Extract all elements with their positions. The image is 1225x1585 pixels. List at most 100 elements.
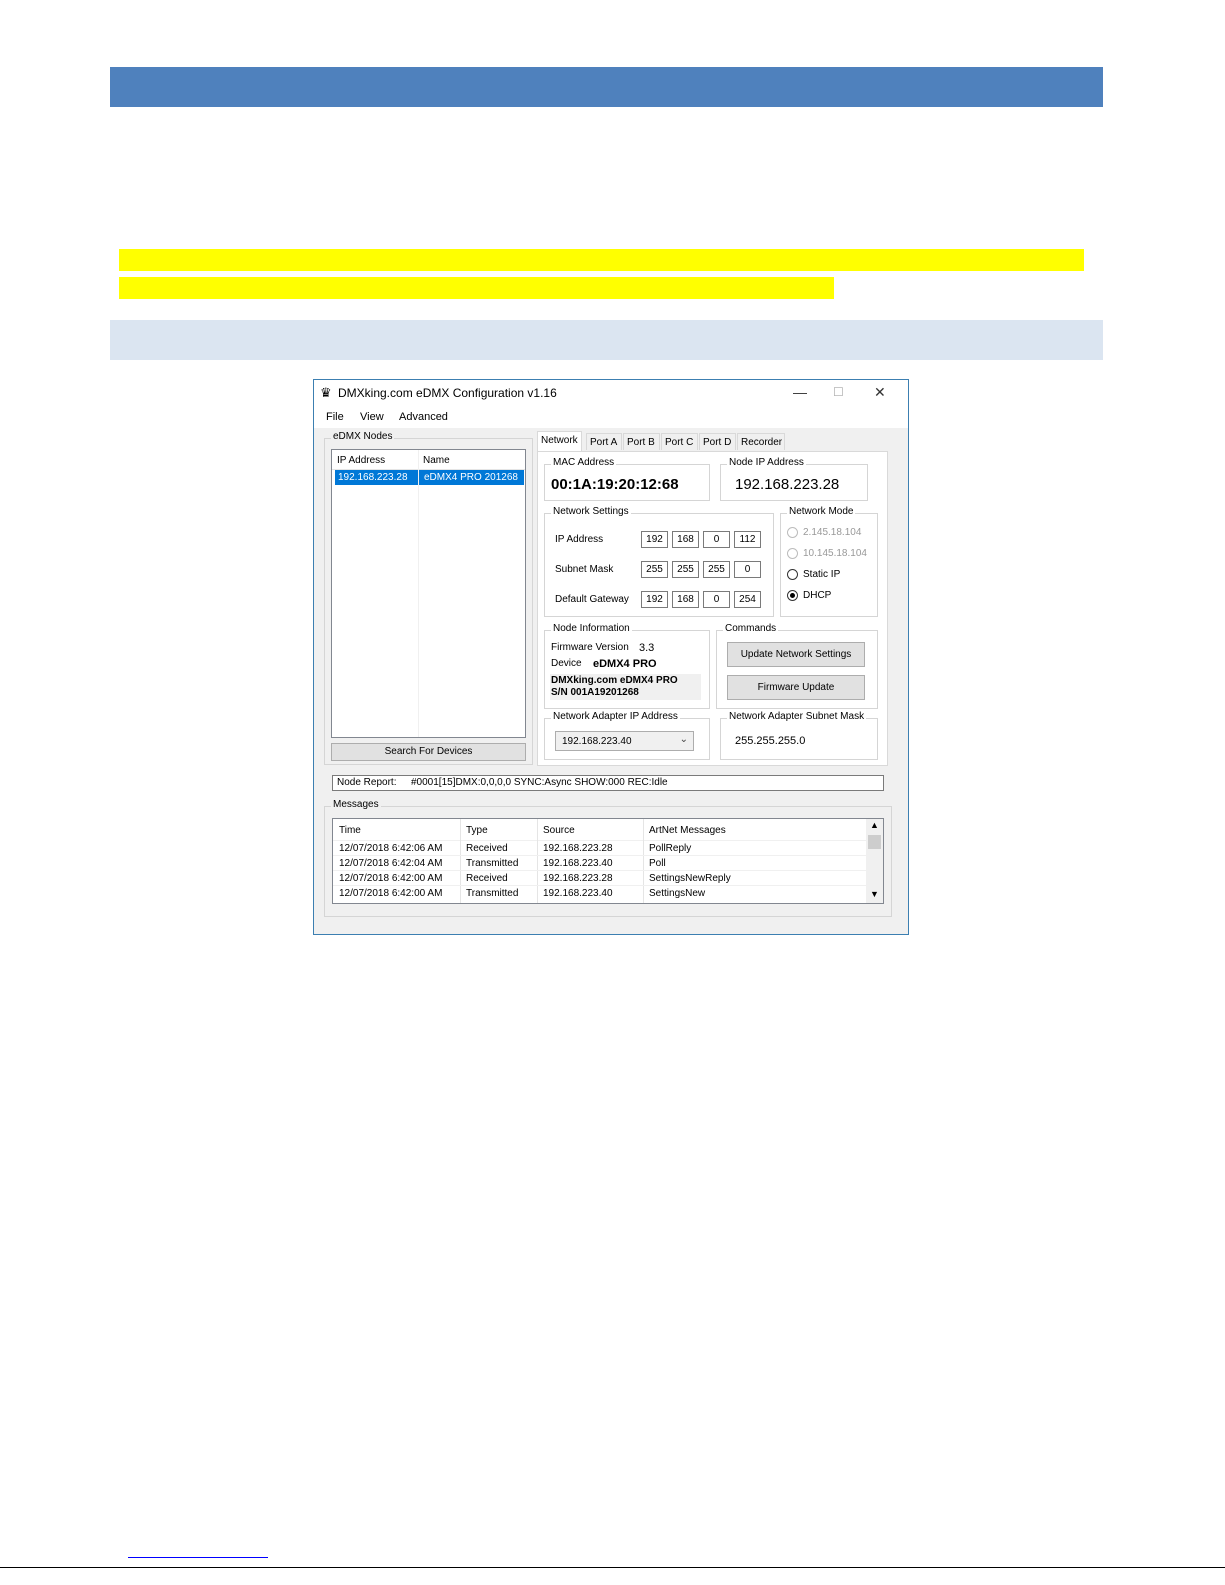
message-time: 12/07/2018 6:42:00 AM [339, 888, 443, 899]
message-row[interactable]: 12/07/2018 6:42:00 AM Received 192.168.2… [333, 871, 866, 886]
node-ip-value: 192.168.223.28 [735, 476, 840, 493]
network-settings-label: Network Settings [551, 506, 631, 517]
network-tab-panel: MAC Address 00:1A:19:20:12:68 Node IP Ad… [537, 451, 888, 766]
message-row[interactable]: 12/07/2018 6:42:06 AM Received 192.168.2… [333, 841, 866, 856]
col-type[interactable]: Type [466, 825, 488, 836]
static-ip-radio[interactable] [787, 569, 798, 580]
update-network-settings-button[interactable]: Update Network Settings [727, 642, 865, 667]
message-type: Received [466, 843, 508, 854]
subnet-octet-4[interactable]: 0 [734, 561, 761, 578]
message-time: 12/07/2018 6:42:04 AM [339, 858, 443, 869]
tab-port-a[interactable]: Port A [586, 433, 622, 450]
col-time[interactable]: Time [339, 825, 361, 836]
col-name[interactable]: Name [423, 455, 450, 466]
highlight-line-1 [119, 249, 1084, 271]
nodes-column-divider [418, 450, 419, 737]
tab-network[interactable]: Network [537, 431, 582, 452]
highlight-line-2 [119, 277, 834, 299]
message-row[interactable]: 12/07/2018 6:42:00 AM Transmitted 192.16… [333, 886, 866, 901]
adapter-ip-value: 192.168.223.40 [562, 736, 632, 747]
node-ip-label: Node IP Address [727, 457, 806, 468]
nodes-header: IP Address Name [332, 450, 525, 470]
message-time: 12/07/2018 6:42:00 AM [339, 873, 443, 884]
node-info-line-1: DMXking.com eDMX4 PRO [551, 675, 678, 686]
subnet-octet-3[interactable]: 255 [703, 561, 730, 578]
gateway-octet-1[interactable]: 192 [641, 591, 668, 608]
message-type: Transmitted [466, 888, 519, 899]
node-ip-group: Node IP Address 192.168.223.28 [720, 457, 868, 501]
subnet-octet-2[interactable]: 255 [672, 561, 699, 578]
node-info-line-2: S/N 001A19201268 [551, 687, 639, 698]
gateway-octet-2[interactable]: 168 [672, 591, 699, 608]
commands-group: Commands Update Network Settings Firmwar… [716, 623, 878, 709]
close-button[interactable]: ✕ [874, 384, 886, 401]
mac-group: MAC Address 00:1A:19:20:12:68 [544, 457, 710, 501]
message-text: SettingsNewReply [649, 873, 731, 884]
message-source: 192.168.223.28 [543, 843, 613, 854]
app-crown-icon: ♛ [320, 385, 332, 400]
search-devices-button[interactable]: Search For Devices [331, 743, 526, 761]
menu-bar: File View Advanced [314, 407, 908, 428]
message-text: Poll [649, 858, 666, 869]
minimize-button[interactable]: — [793, 384, 807, 400]
message-text: SettingsNew [649, 888, 706, 899]
subheading-bar [110, 320, 1103, 360]
mode-10-radio[interactable] [787, 548, 798, 559]
chevron-down-icon: ⌄ [679, 734, 688, 745]
tab-recorder[interactable]: Recorder [737, 433, 785, 450]
adapter-mask-value: 255.255.255.0 [735, 735, 806, 747]
ip-octet-2[interactable]: 168 [672, 531, 699, 548]
device-label: Device [551, 658, 582, 669]
col-source[interactable]: Source [543, 825, 575, 836]
tab-port-b[interactable]: Port B [623, 433, 660, 450]
node-report-label: Node Report: [337, 777, 397, 788]
menu-advanced[interactable]: Advanced [399, 411, 448, 423]
ip-address-label: IP Address [555, 534, 604, 545]
ip-octet-3[interactable]: 0 [703, 531, 730, 548]
maximize-button[interactable]: ☐ [833, 385, 844, 399]
ip-octet-4[interactable]: 112 [734, 531, 761, 548]
menu-file[interactable]: File [326, 411, 344, 423]
tab-port-d[interactable]: Port D [699, 433, 736, 450]
message-source: 192.168.223.28 [543, 873, 613, 884]
message-row[interactable]: 12/07/2018 6:42:04 AM Transmitted 192.16… [333, 856, 866, 871]
messages-label: Messages [331, 799, 381, 810]
node-report-bar: Node Report: #0001[15]DMX:0,0,0,0 SYNC:A… [332, 775, 884, 791]
message-source: 192.168.223.40 [543, 858, 613, 869]
gateway-octet-4[interactable]: 254 [734, 591, 761, 608]
ip-octet-1[interactable]: 192 [641, 531, 668, 548]
menu-view[interactable]: View [360, 411, 384, 423]
window-title: DMXking.com eDMX Configuration v1.16 [338, 386, 557, 400]
mode-2-radio[interactable] [787, 527, 798, 538]
nodes-group-label: eDMX Nodes [331, 431, 395, 442]
node-ip: 192.168.223.28 [338, 472, 408, 483]
col-artnet-messages[interactable]: ArtNet Messages [649, 825, 726, 836]
node-name: eDMX4 PRO 201268 [424, 472, 518, 483]
device-value: eDMX4 PRO [593, 658, 657, 670]
static-ip-label: Static IP [803, 569, 841, 580]
messages-list[interactable]: Time Type Source ArtNet Messages 12/07/2… [332, 818, 884, 904]
app-window: ♛ DMXking.com eDMX Configuration v1.16 —… [313, 379, 909, 935]
footer-link-underline [128, 1557, 268, 1558]
node-row[interactable]: 192.168.223.28 eDMX4 PRO 201268 [335, 470, 524, 485]
scroll-thumb[interactable] [868, 835, 881, 849]
mode-10-label: 10.145.18.104 [803, 548, 867, 559]
tab-port-c[interactable]: Port C [661, 433, 698, 450]
firmware-update-button[interactable]: Firmware Update [727, 675, 865, 700]
adapter-ip-dropdown[interactable]: 192.168.223.40 ⌄ [555, 731, 694, 751]
firmware-version-value: 3.3 [639, 642, 655, 654]
messages-scrollbar[interactable]: ▲ ▼ [866, 819, 883, 903]
footer-rule [0, 1567, 1225, 1568]
subnet-octet-1[interactable]: 255 [641, 561, 668, 578]
scroll-up-icon[interactable]: ▲ [870, 820, 879, 830]
nodes-list[interactable]: IP Address Name 192.168.223.28 eDMX4 PRO… [331, 449, 526, 738]
scroll-down-icon[interactable]: ▼ [870, 889, 879, 899]
dhcp-radio[interactable] [787, 590, 798, 601]
mode-2-label: 2.145.18.104 [803, 527, 862, 538]
gateway-octet-3[interactable]: 0 [703, 591, 730, 608]
subnet-mask-label: Subnet Mask [555, 564, 614, 575]
heading-bar [110, 67, 1103, 107]
firmware-version-label: Firmware Version [551, 642, 629, 653]
col-ip-address[interactable]: IP Address [337, 455, 385, 466]
nodes-group: eDMX Nodes IP Address Name 192.168.223.2… [324, 431, 533, 765]
